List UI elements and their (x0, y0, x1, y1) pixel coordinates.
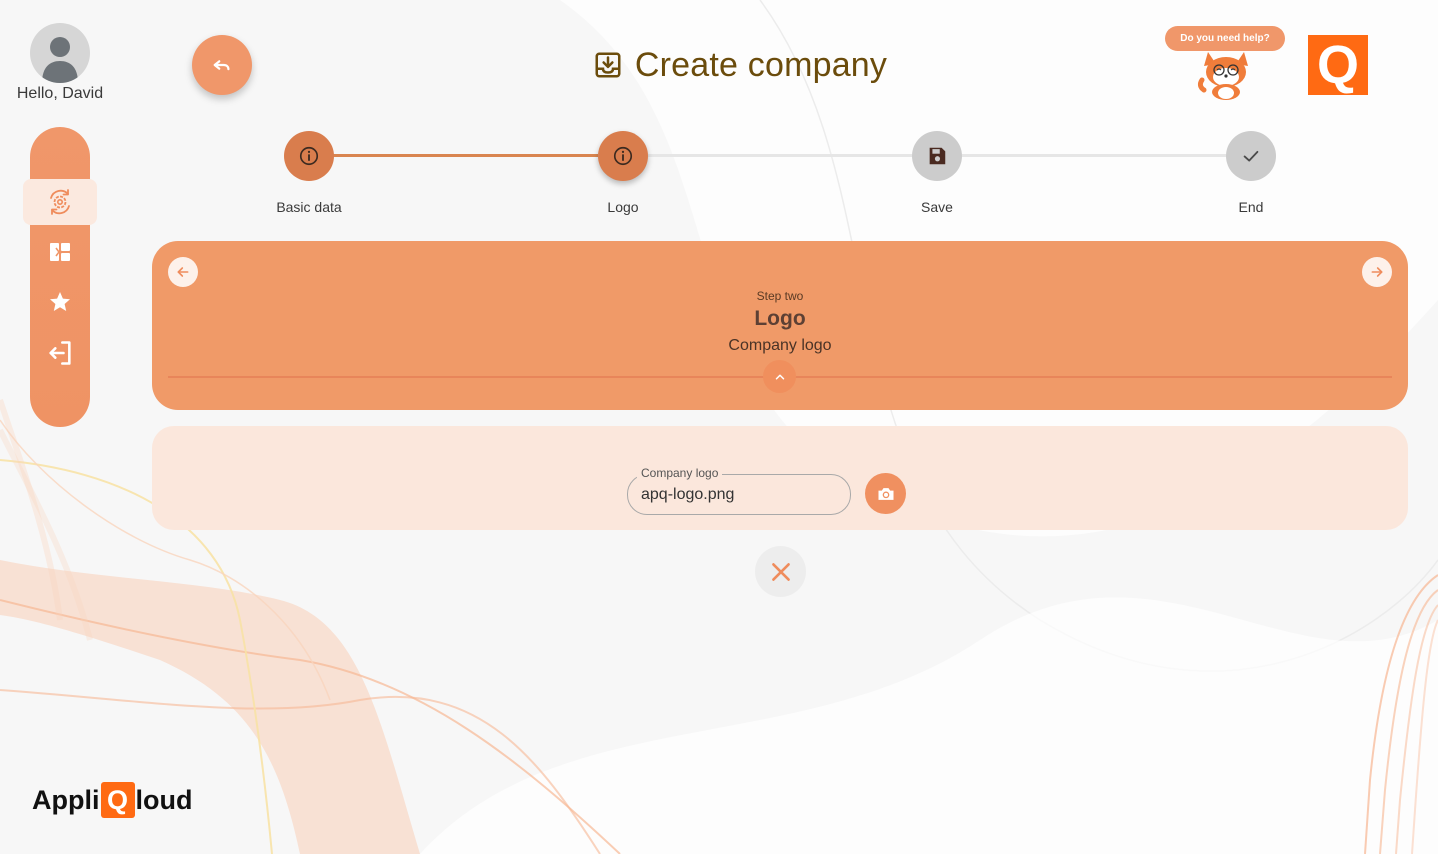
company-logo-field-label: Company logo (637, 466, 723, 480)
company-logo-input[interactable] (641, 484, 836, 506)
step-save[interactable] (912, 131, 962, 181)
step-label: Basic data (276, 199, 342, 215)
step-connector-1 (333, 154, 598, 157)
sidebar-item-dashboard[interactable] (30, 232, 90, 272)
star-icon (50, 292, 70, 311)
sidebar-item-logout[interactable] (30, 333, 90, 373)
step-basic-data[interactable] (284, 131, 334, 181)
brand-text-right: loud (135, 784, 193, 815)
collapse-button[interactable] (763, 360, 796, 393)
download-box-icon (595, 52, 621, 78)
cancel-button[interactable] (755, 546, 806, 597)
check-icon (1243, 150, 1259, 162)
logout-icon (49, 341, 71, 365)
page-title: Create company (634, 45, 888, 84)
page-header: Create company (420, 40, 1060, 90)
upload-logo-button[interactable] (865, 473, 906, 514)
step-overline: Step two (756, 289, 804, 303)
appliqloud-logo: Appli Q loud (32, 782, 192, 818)
back-button[interactable] (192, 35, 252, 95)
user-avatar[interactable] (30, 23, 90, 83)
corner-q-logo: Q (1308, 35, 1368, 95)
sidebar-item-favorites[interactable] (30, 282, 90, 322)
settings-cycle-icon (50, 189, 70, 215)
sidebar-item-settings[interactable] (23, 179, 97, 225)
step-end[interactable] (1226, 131, 1276, 181)
step-connector-2 (648, 154, 912, 157)
step-connector-3 (962, 154, 1226, 157)
dashboard-blocks-icon (50, 243, 70, 261)
previous-step-button[interactable] (168, 257, 198, 287)
step-label: Logo (607, 199, 639, 215)
sidebar (30, 127, 90, 427)
step-subtitle: Company logo (728, 337, 832, 354)
chevron-up-icon (775, 373, 784, 380)
step-label: Save (921, 199, 953, 215)
person-icon (42, 37, 78, 83)
brand-text-left: Appli (32, 784, 100, 815)
arrow-right-icon (1371, 267, 1383, 277)
arrow-left-icon (177, 267, 189, 277)
next-step-button[interactable] (1362, 257, 1392, 287)
info-icon (613, 146, 633, 166)
user-greeting: Hello, David (16, 85, 104, 102)
undo-icon (213, 60, 230, 71)
close-icon (771, 562, 790, 581)
step-title: Logo (754, 307, 806, 330)
step-label: End (1238, 199, 1264, 215)
info-icon (299, 146, 319, 166)
camera-icon (878, 487, 893, 500)
step-logo[interactable] (598, 131, 648, 181)
brand-q-mark: Q (100, 782, 135, 818)
fox-mascot-icon[interactable] (1196, 46, 1256, 100)
floppy-disk-icon (929, 147, 946, 165)
